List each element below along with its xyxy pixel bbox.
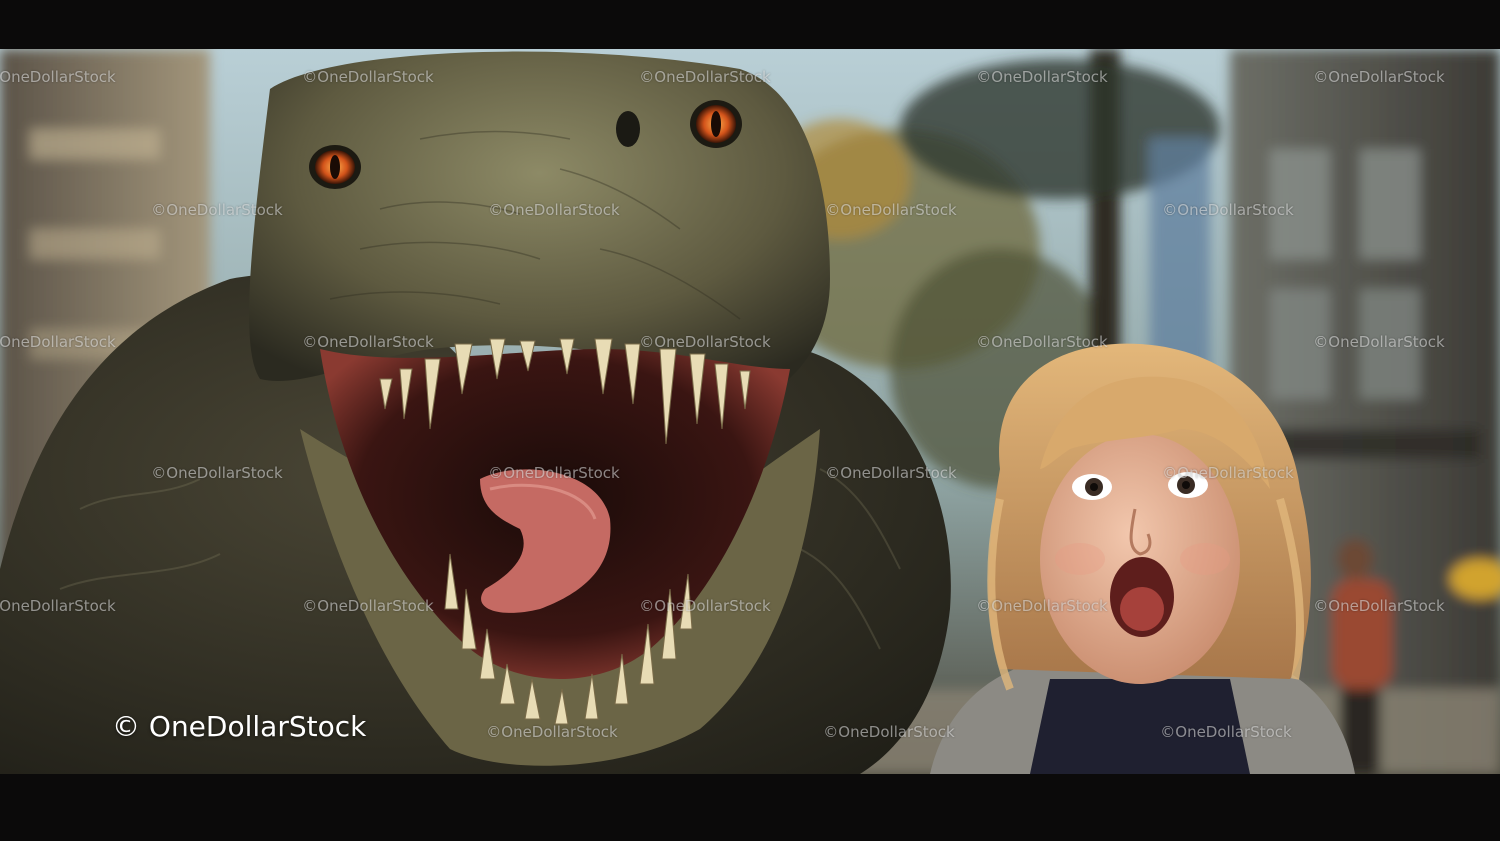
scene-illustration [0,49,1500,774]
letterbox-bottom [0,774,1500,841]
letterbox-top [0,0,1500,49]
photo-scene [0,49,1500,774]
stock-photo-frame: ©OneDollarStock ©OneDollarStock ©OneDoll… [0,0,1500,841]
copyright-credit: © OneDollarStock [112,710,367,743]
